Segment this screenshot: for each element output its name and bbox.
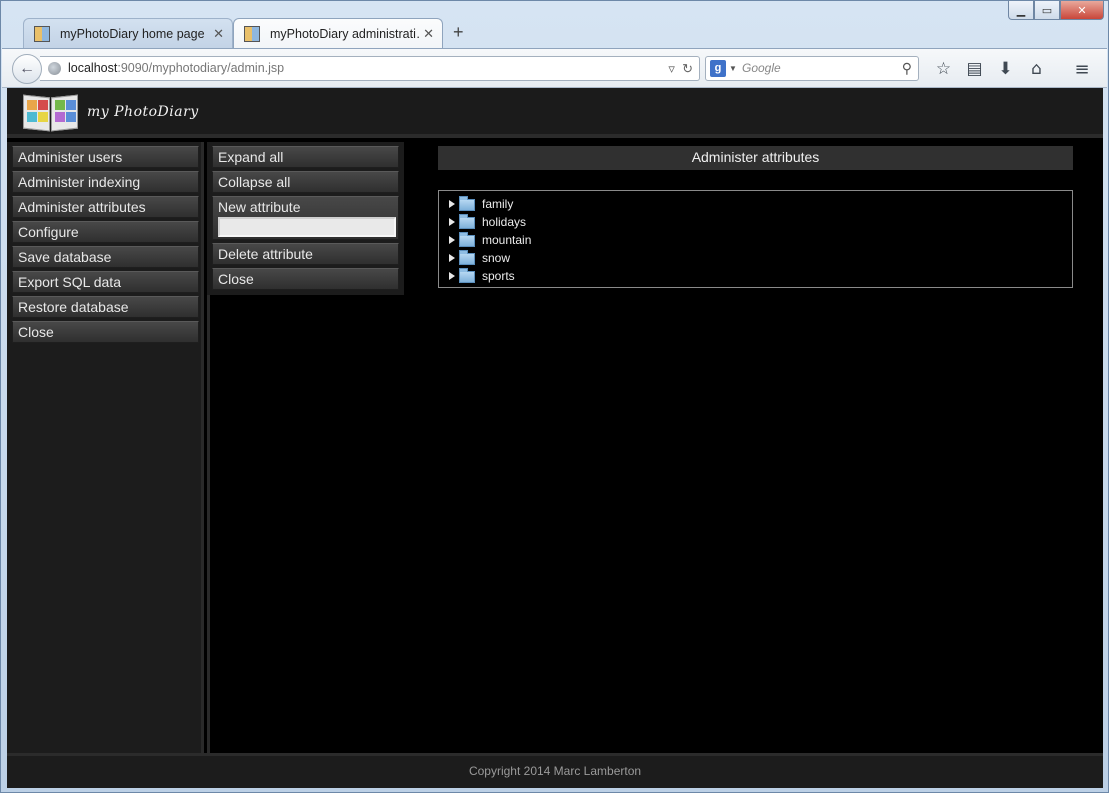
panel-divider: [207, 295, 210, 753]
tab-admin-page[interactable]: myPhotoDiary administrati… ✕: [233, 18, 443, 48]
page-title: Administer attributes: [438, 146, 1073, 170]
globe-icon: [48, 62, 61, 75]
admin-sidebar: Administer users Administer indexing Adm…: [7, 142, 204, 753]
sidebar-item-administer-indexing[interactable]: Administer indexing: [12, 171, 199, 193]
tree-node-mountain[interactable]: mountain: [439, 231, 1072, 249]
folder-icon: [459, 231, 475, 247]
tab-label: myPhotoDiary administrati…: [270, 27, 420, 41]
menu-icon[interactable]: ≡: [1069, 57, 1095, 81]
home-icon[interactable]: ⌂: [1021, 57, 1052, 81]
folder-icon: [459, 267, 475, 283]
expand-arrow-icon[interactable]: [449, 218, 455, 226]
new-tab-button[interactable]: +: [453, 18, 464, 48]
folder-icon: [459, 195, 475, 211]
reading-list-icon[interactable]: ▤: [959, 57, 990, 81]
sidebar-item-save-database[interactable]: Save database: [12, 246, 199, 268]
tree-node-label: sports: [482, 269, 515, 283]
close-tab-icon[interactable]: ✕: [423, 19, 434, 48]
url-path: :9090/myphotodiary/admin.jsp: [117, 61, 285, 75]
expand-arrow-icon[interactable]: [449, 200, 455, 208]
new-attribute-input[interactable]: [218, 217, 396, 237]
expand-arrow-icon[interactable]: [449, 254, 455, 262]
tree-node-snow[interactable]: snow: [439, 249, 1072, 267]
toolbar-icons: ☆ ▤ ⬇ ⌂: [928, 57, 1052, 81]
folder-icon: [459, 249, 475, 265]
attribute-tree: family holidays mountain snow sports: [438, 190, 1073, 288]
folder-icon: [459, 213, 475, 229]
tree-node-label: holidays: [482, 215, 527, 229]
url-host: localhost: [68, 61, 118, 75]
tree-node-label: mountain: [482, 233, 532, 247]
copyright-text: Copyright 2014 Marc Lamberton: [468, 764, 642, 778]
tree-node-holidays[interactable]: holidays: [439, 213, 1072, 231]
star-icon[interactable]: ☆: [928, 57, 959, 81]
tree-node-family[interactable]: family: [439, 195, 1072, 213]
tree-node-label: family: [482, 197, 514, 211]
sidebar-item-administer-users[interactable]: Administer users: [12, 146, 199, 168]
favicon-icon: [244, 26, 260, 42]
sidebar-item-administer-attributes[interactable]: Administer attributes: [12, 196, 199, 218]
new-attribute-label: New attribute: [218, 199, 301, 215]
expand-all-button[interactable]: Expand all: [212, 146, 399, 168]
favicon-icon: [34, 26, 50, 42]
expand-arrow-icon[interactable]: [449, 236, 455, 244]
back-arrow-icon: ←: [19, 60, 35, 77]
delete-attribute-button[interactable]: Delete attribute: [212, 243, 399, 265]
tab-home-page[interactable]: myPhotoDiary home page ✕: [23, 18, 233, 48]
web-page: my PhotoDiary Administer users Administe…: [7, 88, 1103, 788]
tab-strip: myPhotoDiary home page ✕ myPhotoDiary ad…: [1, 18, 1108, 48]
tree-node-sports[interactable]: sports: [439, 267, 1072, 285]
close-tab-icon[interactable]: ✕: [213, 19, 224, 48]
submenu-close-button[interactable]: Close: [212, 268, 399, 290]
browser-window: ▁ ▭ ✕ myPhotoDiary home page ✕ myPhotoDi…: [0, 0, 1109, 793]
sidebar-item-configure[interactable]: Configure: [12, 221, 199, 243]
site-header: my PhotoDiary: [7, 88, 1103, 138]
tab-label: myPhotoDiary home page: [60, 27, 205, 41]
search-input[interactable]: Google: [742, 57, 781, 80]
tree-node-label: snow: [482, 251, 511, 265]
search-icon[interactable]: ⚲: [902, 57, 912, 80]
photodiary-logo-icon: [23, 94, 81, 132]
chevron-down-icon[interactable]: ▼: [729, 57, 737, 80]
expand-arrow-icon[interactable]: [449, 272, 455, 280]
navigation-toolbar: localhost:9090/myphotodiary/admin.jsp ▿ …: [2, 48, 1107, 88]
back-button[interactable]: ←: [12, 54, 42, 84]
sidebar-item-restore-database[interactable]: Restore database: [12, 296, 199, 318]
collapse-all-button[interactable]: Collapse all: [212, 171, 399, 193]
search-engine-icon[interactable]: g: [710, 60, 726, 77]
reload-icon[interactable]: ▿ ↻: [668, 57, 693, 80]
attributes-submenu: Expand all Collapse all New attribute De…: [207, 142, 404, 295]
new-attribute-panel: New attribute: [212, 196, 399, 240]
search-bar[interactable]: g ▼ Google ⚲: [705, 56, 919, 81]
download-icon[interactable]: ⬇: [990, 57, 1021, 81]
sidebar-item-close[interactable]: Close: [12, 321, 199, 343]
address-bar[interactable]: localhost:9090/myphotodiary/admin.jsp ▿ …: [40, 56, 700, 81]
page-footer: Copyright 2014 Marc Lamberton: [7, 753, 1103, 788]
site-name: my PhotoDiary: [87, 104, 199, 120]
sidebar-item-export-sql-data[interactable]: Export SQL data: [12, 271, 199, 293]
